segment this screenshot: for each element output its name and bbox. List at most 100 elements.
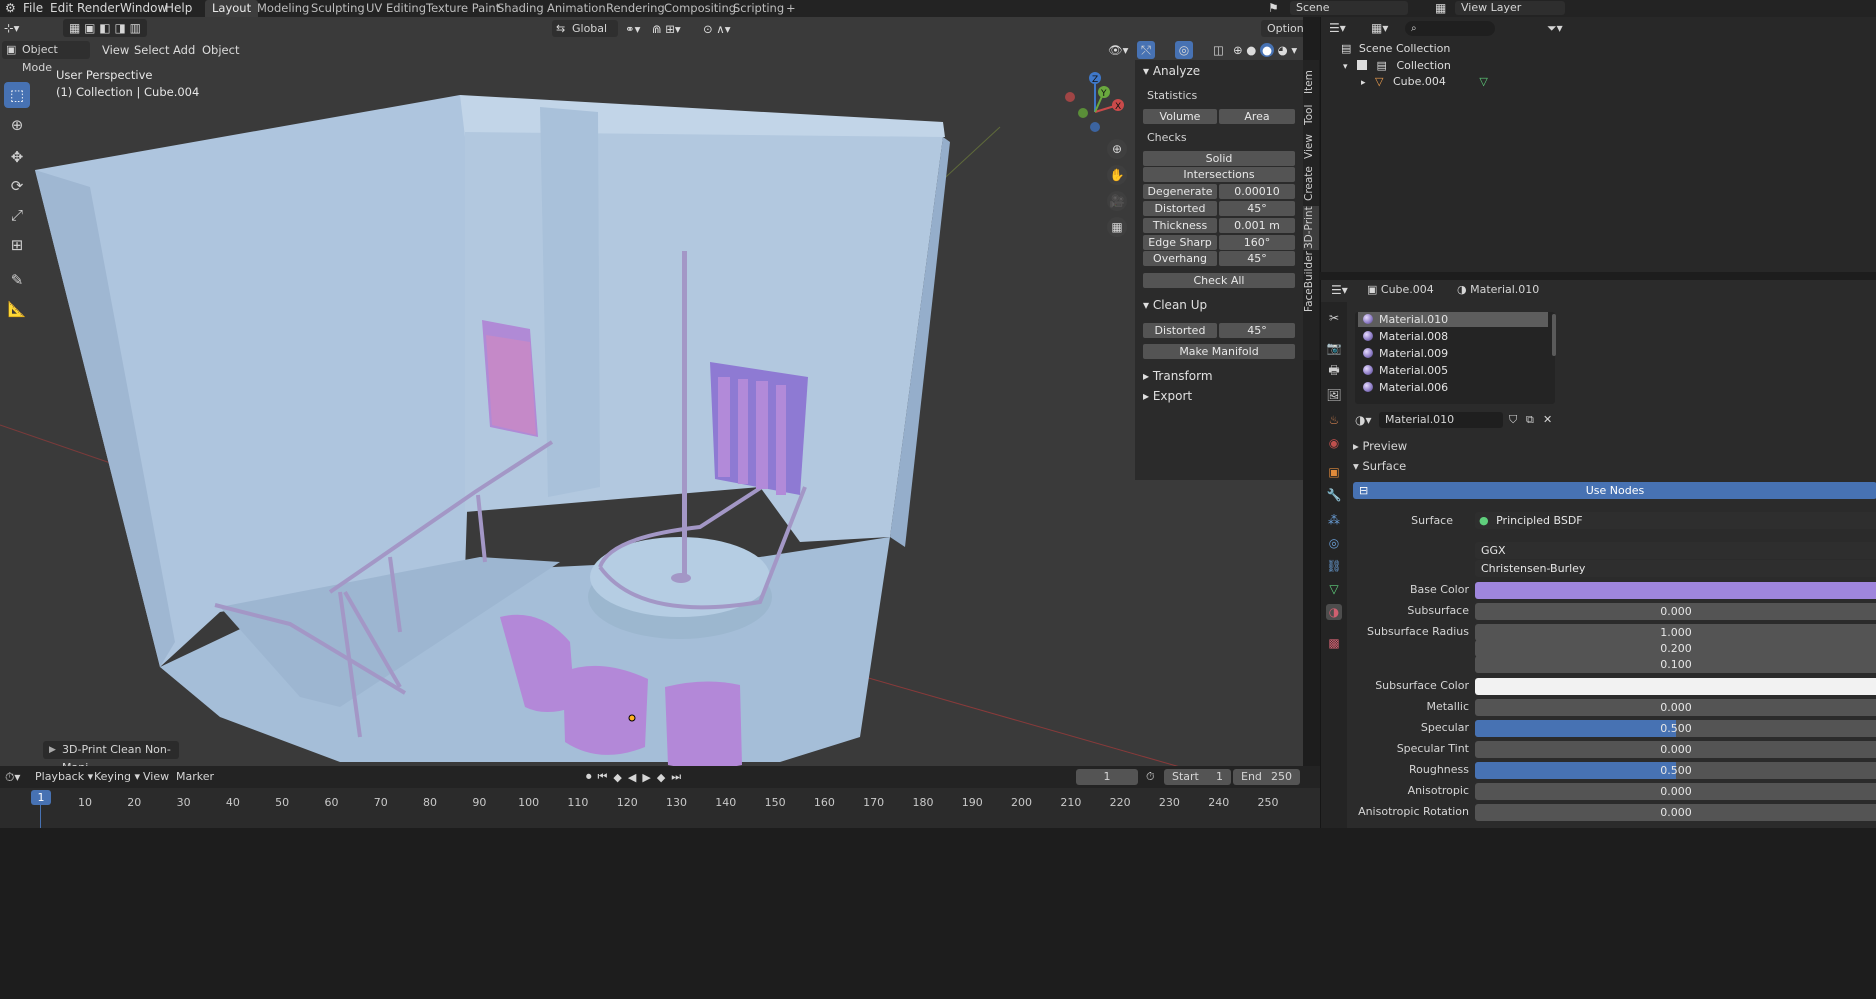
material-slot-item[interactable]: Material.010 [1358, 312, 1548, 327]
jump-end-icon[interactable]: ⏭ [671, 770, 681, 784]
menu-timeline-view[interactable]: View [143, 770, 169, 783]
select-mode-buttons[interactable]: ▦ ▣ ◧ ◨ ▥ [63, 19, 147, 37]
use-nodes-button[interactable]: ⊟ Use Nodes [1353, 482, 1876, 499]
editor-type-icon[interactable]: ⊹▾ [4, 19, 19, 37]
scene-collection-row[interactable]: ▤ Scene Collection [1341, 41, 1450, 57]
menu-help[interactable]: Help [165, 0, 192, 17]
subsurface-field[interactable]: 0.000 [1475, 603, 1876, 620]
next-keyframe-icon[interactable]: ◆ [657, 771, 665, 784]
tool-tab-icon[interactable]: ✂ [1326, 310, 1342, 326]
mesh-data-tab-icon[interactable]: ▽ [1326, 581, 1342, 597]
base-color-swatch[interactable] [1475, 582, 1876, 599]
tab-tool[interactable]: Tool [1303, 102, 1319, 128]
start-frame-field[interactable]: Start 1 [1164, 769, 1231, 785]
camera-view-icon[interactable]: 🎥 [1107, 191, 1127, 211]
subsurface-method-dropdown[interactable]: Christensen-Burley [1475, 560, 1876, 577]
annotate-tool-icon[interactable]: ✎ [4, 267, 30, 293]
menu-view[interactable]: View [102, 41, 129, 59]
menu-render[interactable]: Render [77, 0, 120, 17]
transform-orientation-dropdown[interactable]: ⇆ Global [552, 20, 618, 37]
material-tab-icon[interactable]: ◑ [1326, 604, 1342, 620]
gizmo-toggle-icon[interactable]: ⤲ [1137, 41, 1155, 59]
distribution-dropdown[interactable]: GGX [1475, 542, 1876, 559]
shading-modes-icon[interactable]: ⊕ ● ● ◕ ▾ [1233, 41, 1297, 59]
material-name-field[interactable]: Material.010 [1379, 412, 1503, 428]
jump-start-icon[interactable]: ⏮ [598, 770, 608, 784]
subsurface-radius-y-field[interactable]: 0.200 [1475, 640, 1876, 657]
thickness-value[interactable]: 0.001 m [1219, 218, 1295, 233]
select-box-tool-icon[interactable]: ⬚ [4, 82, 30, 108]
prev-keyframe-icon[interactable]: ◆ [613, 771, 621, 784]
subsurface-radius-z-field[interactable]: 0.100 [1475, 656, 1876, 673]
solid-button[interactable]: Solid [1143, 151, 1295, 166]
analyze-panel-header[interactable]: ▾ Analyze [1143, 64, 1200, 78]
transform-panel-header[interactable]: ▸ Transform [1143, 369, 1213, 383]
collection-checkbox[interactable] [1357, 60, 1368, 70]
metallic-field[interactable]: 0.000 [1475, 699, 1876, 716]
particles-tab-icon[interactable]: ⁂ [1326, 512, 1342, 528]
record-icon[interactable]: ⏺ [586, 770, 592, 784]
add-workspace-button[interactable]: + [779, 0, 803, 17]
object-row[interactable]: ▸ ▽ Cube.004 ▽ [1361, 74, 1488, 90]
material-slot-item[interactable]: Material.008 [1358, 329, 1548, 344]
view-layer-tab-icon[interactable]: 🖼 [1326, 387, 1342, 403]
area-button[interactable]: Area [1219, 109, 1295, 124]
tab-item[interactable]: Item [1303, 64, 1319, 100]
degenerate-value[interactable]: 0.00010 [1219, 184, 1295, 199]
distorted-button[interactable]: Distorted [1143, 201, 1217, 216]
collapse-arrow-icon[interactable]: ▾ [1343, 62, 1348, 72]
intersections-button[interactable]: Intersections [1143, 167, 1295, 182]
pan-hand-icon[interactable]: ✋ [1107, 165, 1127, 185]
overhang-button[interactable]: Overhang [1143, 251, 1217, 266]
preview-panel-header[interactable]: ▸ Preview [1353, 439, 1407, 453]
operator-redo-panel[interactable]: ▶ 3D-Print Clean Non-Mani [43, 741, 179, 774]
tab-create[interactable]: Create [1303, 164, 1319, 204]
outliner-editor-type-icon[interactable]: ☰▾ [1329, 21, 1346, 35]
measure-tool-icon[interactable]: 📐 [4, 296, 30, 322]
volume-button[interactable]: Volume [1143, 109, 1217, 124]
tab-facebuilder[interactable]: FaceBuilder [1303, 251, 1319, 312]
zoom-icon[interactable]: ⊕ [1107, 139, 1127, 159]
view-layer-selector[interactable]: View Layer [1455, 1, 1565, 15]
transform-tool-icon[interactable]: ⊞ [4, 232, 30, 258]
overhang-value[interactable]: 45° [1219, 251, 1295, 266]
edge-sharp-value[interactable]: 160° [1219, 235, 1295, 250]
surface-shader-field[interactable]: ● Principled BSDF [1475, 512, 1876, 529]
mode-dropdown[interactable]: ▣ Object Mode [2, 41, 90, 74]
scene-selector[interactable]: Scene [1290, 1, 1408, 15]
menu-file[interactable]: File [23, 0, 43, 17]
play-icon[interactable]: ▶ [642, 771, 650, 784]
xray-icon[interactable]: ◫ [1213, 41, 1224, 59]
outliner-display-mode-icon[interactable]: ▦▾ [1371, 21, 1388, 35]
menu-edit[interactable]: Edit [50, 0, 73, 17]
overlay-toggle-icon[interactable]: ◎ [1175, 41, 1193, 59]
end-frame-field[interactable]: End 250 [1233, 769, 1300, 785]
material-slot-item[interactable]: Material.006 [1358, 380, 1548, 395]
snap-icon[interactable]: ⋒ ⊞▾ [652, 20, 681, 38]
ortho-toggle-icon[interactable]: ▦ [1107, 217, 1127, 237]
cleanup-panel-header[interactable]: ▾ Clean Up [1143, 298, 1207, 312]
edge-sharp-button[interactable]: Edge Sharp [1143, 235, 1217, 250]
tab-view[interactable]: View [1303, 132, 1319, 162]
expand-arrow-icon[interactable]: ▸ [1361, 78, 1366, 88]
material-slot-item[interactable]: Material.005 [1358, 363, 1548, 378]
anisotropic-rotation-field[interactable]: 0.000 [1475, 804, 1876, 821]
cursor-tool-icon[interactable]: ⊕ [4, 112, 30, 138]
mesh-data-icon[interactable]: ▽ [1479, 75, 1487, 88]
roughness-slider[interactable]: 0.500 [1475, 762, 1876, 779]
menu-select[interactable]: Select [134, 41, 169, 59]
constraints-tab-icon[interactable]: ⛓ [1326, 558, 1342, 574]
world-tab-icon[interactable]: ◉ [1326, 435, 1342, 451]
play-reverse-icon[interactable]: ◀ [628, 771, 636, 784]
move-tool-icon[interactable]: ✥ [4, 144, 30, 170]
degenerate-button[interactable]: Degenerate [1143, 184, 1217, 199]
specular-slider[interactable]: 0.500 [1475, 720, 1876, 737]
distorted-value[interactable]: 45° [1219, 201, 1295, 216]
playhead[interactable]: 1 [31, 790, 51, 805]
select-box-icon[interactable]: ▦ ▣ ◧ ◨ ▥ [69, 19, 141, 37]
menu-object[interactable]: Object [202, 41, 239, 59]
make-manifold-button[interactable]: Make Manifold [1143, 344, 1295, 359]
collection-row[interactable]: ▾ ▤ Collection [1343, 58, 1451, 74]
filter-icon[interactable]: ⏷▾ [1547, 21, 1563, 36]
material-slot-item[interactable]: Material.009 [1358, 346, 1548, 361]
